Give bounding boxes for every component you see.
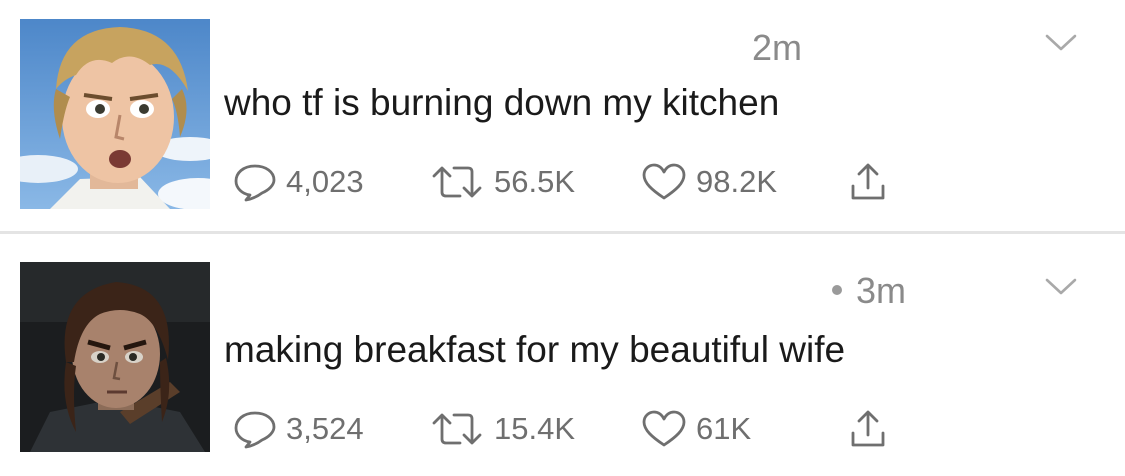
- like-button[interactable]: 98.2K: [640, 160, 777, 204]
- share-button[interactable]: [848, 160, 888, 204]
- like-count: 98.2K: [696, 164, 778, 199]
- reply-count: 4,023: [286, 164, 364, 199]
- share-icon: [848, 409, 888, 449]
- retweet-button[interactable]: 15.4K: [428, 407, 575, 451]
- reply-button[interactable]: 4,023: [232, 160, 364, 204]
- chevron-down-icon[interactable]: [1044, 276, 1078, 298]
- retweet-count: 56.5K: [494, 164, 576, 199]
- tweet-divider: [0, 231, 1125, 234]
- unread-dot: [832, 285, 842, 296]
- timestamp-text: 3m: [856, 270, 907, 311]
- tweet-actions: 3,524 15.4K 61K: [232, 407, 952, 451]
- chevron-down-icon[interactable]: [1044, 32, 1078, 54]
- reply-count: 3,524: [286, 411, 364, 446]
- like-count: 61K: [696, 411, 752, 446]
- retweet-button[interactable]: 56.5K: [428, 160, 575, 204]
- avatar[interactable]: [20, 262, 210, 452]
- heart-icon: [640, 409, 688, 449]
- retweet-icon: [428, 162, 486, 202]
- tweet[interactable]: 3m making breakfast for my beautiful wif…: [0, 236, 1125, 476]
- reply-button[interactable]: 3,524: [232, 407, 364, 451]
- retweet-icon: [428, 409, 486, 449]
- retweet-count: 15.4K: [494, 411, 576, 446]
- reply-icon: [232, 409, 278, 449]
- share-button[interactable]: [848, 407, 888, 451]
- share-icon: [848, 162, 888, 202]
- avatar-image: [20, 262, 210, 452]
- like-button[interactable]: 61K: [640, 407, 751, 451]
- tweet-text: who tf is burning down my kitchen: [224, 82, 780, 123]
- reply-icon: [232, 162, 278, 202]
- tweet-text: making breakfast for my beautiful wife: [224, 329, 846, 370]
- avatar[interactable]: [20, 19, 210, 209]
- tweet-timestamp: 2m: [752, 27, 803, 68]
- tweet-actions: 4,023 56.5K 98.2K: [232, 160, 952, 204]
- tweet[interactable]: 2m who tf is burning down my kitchen 4,0…: [0, 0, 1125, 232]
- tweet-timestamp: 3m: [832, 270, 906, 312]
- avatar-image: [20, 19, 210, 209]
- heart-icon: [640, 162, 688, 202]
